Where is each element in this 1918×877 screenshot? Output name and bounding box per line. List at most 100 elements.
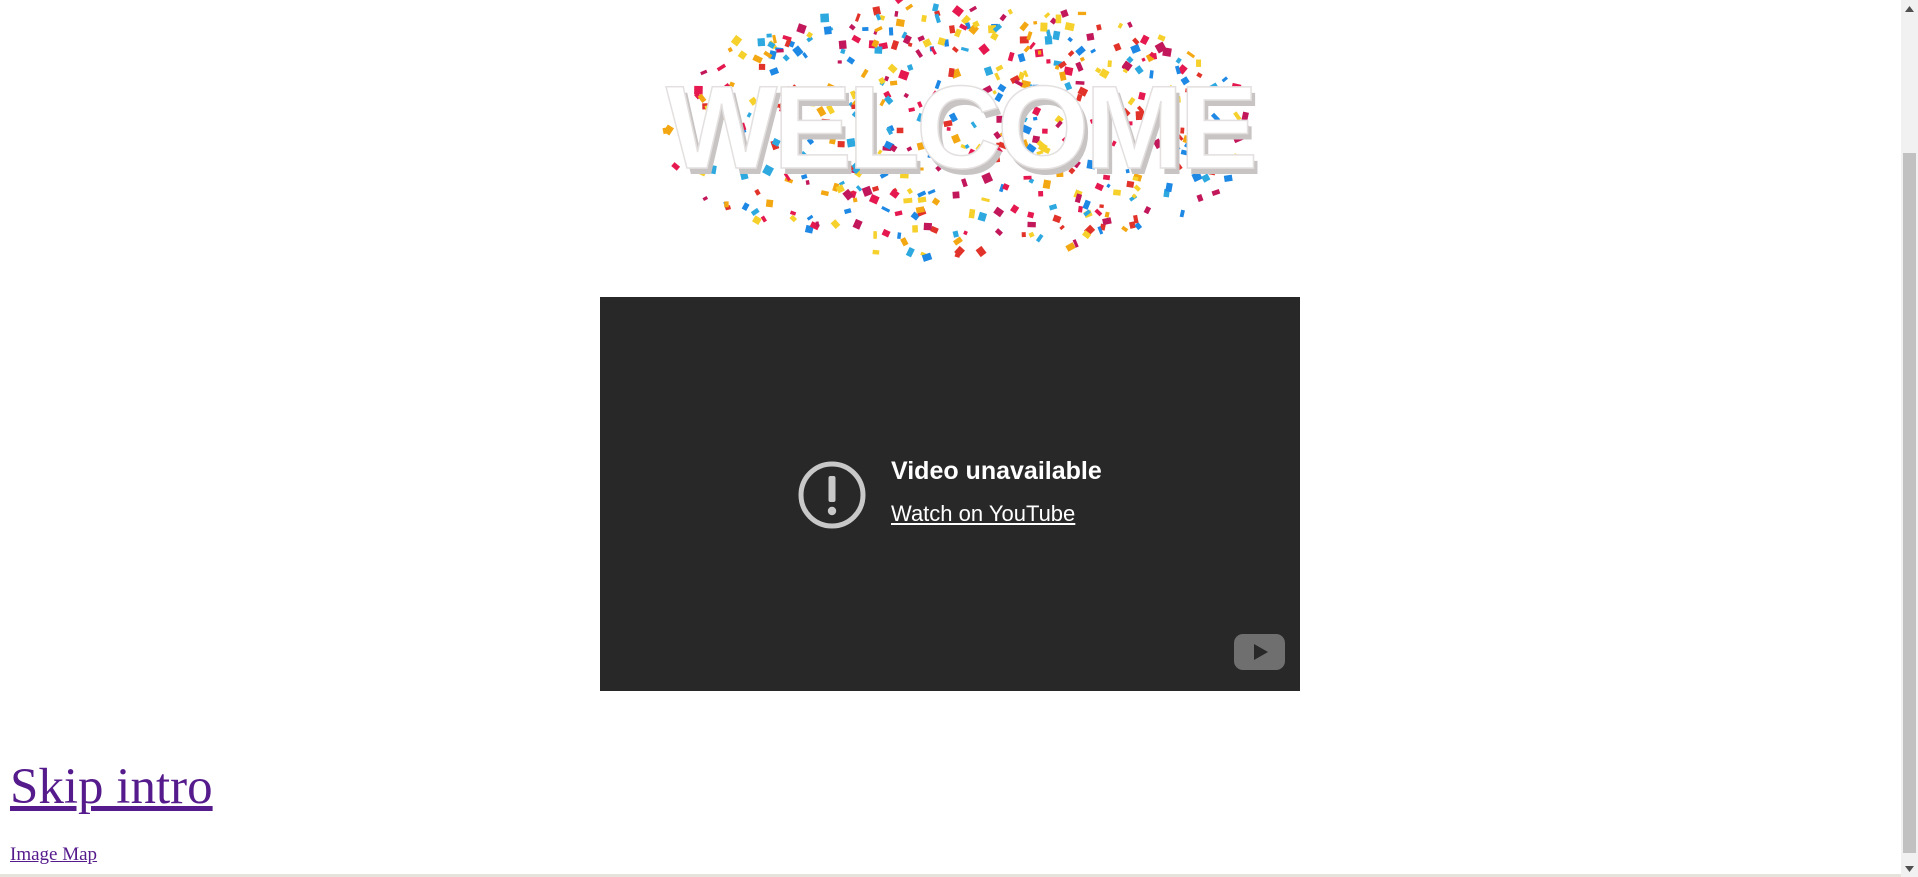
confetti-piece (881, 228, 891, 238)
confetti-piece (848, 23, 856, 31)
confetti-piece (1028, 231, 1035, 238)
confetti-piece (874, 25, 883, 33)
confetti-piece (951, 5, 964, 18)
confetti-piece (1113, 42, 1122, 52)
confetti-piece (895, 18, 905, 27)
confetti-piece (894, 10, 899, 17)
confetti-piece (1010, 204, 1020, 214)
confetti-piece (840, 48, 846, 55)
confetti-piece (782, 54, 790, 62)
scrollbar-thumb[interactable] (1903, 153, 1916, 853)
confetti-piece (881, 206, 891, 213)
confetti-piece (1023, 45, 1031, 53)
confetti-piece (990, 32, 999, 41)
confetti-piece (1082, 199, 1091, 210)
confetti-piece (1060, 9, 1069, 18)
confetti-piece (1132, 37, 1140, 46)
confetti-piece (1179, 209, 1185, 218)
confetti-piece (932, 3, 939, 12)
confetti-piece (802, 52, 808, 59)
confetti-piece (820, 13, 830, 23)
confetti-piece (900, 237, 909, 247)
confetti-piece (1037, 50, 1042, 55)
confetti-piece (1086, 32, 1095, 41)
confetti-piece (1044, 35, 1053, 45)
scroll-up-arrow-icon[interactable] (1901, 0, 1918, 17)
confetti-piece (852, 218, 863, 230)
confetti-piece (823, 26, 832, 35)
confetti-piece (969, 5, 978, 13)
confetti-piece (838, 40, 847, 50)
confetti-piece (776, 48, 784, 53)
confetti-piece (999, 13, 1007, 22)
welcome-text: WELCOME (666, 62, 1254, 194)
confetti-piece (1019, 21, 1029, 32)
skip-intro-link[interactable]: Skip intro (10, 762, 213, 813)
confetti-piece (977, 211, 988, 222)
confetti-piece (1035, 233, 1044, 243)
confetti-piece (1099, 204, 1104, 209)
watch-on-youtube-link[interactable]: Watch on YouTube (891, 501, 1075, 527)
confetti-piece (960, 46, 969, 52)
scroll-down-arrow-icon[interactable] (1901, 860, 1918, 877)
confetti-piece (1102, 217, 1112, 226)
confetti-piece (1007, 8, 1013, 15)
confetti-piece (1067, 36, 1073, 43)
confetti-piece (915, 49, 924, 59)
confetti-piece (897, 232, 902, 240)
confetti-piece (978, 43, 990, 56)
confetti-piece (912, 225, 918, 233)
confetti-piece (1052, 214, 1062, 224)
confetti-piece (1017, 53, 1026, 63)
image-map-link[interactable]: Image Map (10, 845, 97, 864)
confetti-piece (789, 214, 798, 223)
vertical-scrollbar[interactable] (1901, 0, 1918, 877)
confetti-piece (1139, 34, 1150, 46)
confetti-piece (862, 27, 869, 32)
confetti-piece (806, 214, 814, 221)
confetti-piece (1067, 50, 1075, 57)
video-player[interactable]: Video unavailable Watch on YouTube (600, 297, 1300, 691)
confetti-piece (792, 45, 804, 57)
confetti-piece (750, 207, 760, 216)
confetti-piece (757, 38, 766, 47)
video-unavailable-title: Video unavailable (891, 457, 1102, 485)
confetti-piece (1059, 224, 1065, 231)
confetti-piece (968, 208, 976, 219)
confetti-piece (994, 228, 1003, 237)
confetti-piece (752, 215, 762, 225)
confetti-piece (1075, 45, 1086, 57)
confetti-piece (954, 28, 962, 38)
confetti-piece (737, 50, 748, 60)
confetti-piece (952, 230, 959, 238)
confetti-piece (1096, 24, 1102, 31)
confetti-piece (993, 206, 1005, 218)
confetti-piece (1052, 30, 1061, 41)
confetti-piece (854, 13, 861, 22)
welcome-letters: WELCOME WELCOME (665, 61, 1262, 200)
confetti-piece (830, 219, 841, 230)
confetti-piece (894, 210, 903, 217)
confetti-piece (1055, 14, 1062, 24)
confetti-piece (851, 34, 862, 44)
confetti-piece (1077, 205, 1083, 213)
confetti-piece (1127, 21, 1133, 29)
confetti-piece (1079, 56, 1085, 62)
confetti-piece (951, 46, 959, 53)
confetti-piece (1143, 206, 1152, 215)
confetti-piece (1027, 221, 1036, 228)
confetti-piece (796, 23, 807, 34)
confetti-piece (892, 0, 905, 5)
confetti-piece (873, 231, 877, 239)
confetti-piece (872, 6, 882, 16)
confetti-piece (921, 14, 927, 23)
confetti-piece (1048, 203, 1058, 211)
youtube-logo-icon[interactable] (1234, 634, 1285, 670)
confetti-piece (1094, 208, 1103, 217)
confetti-piece (724, 201, 729, 208)
confetti-piece (1026, 31, 1033, 41)
confetti-piece (1021, 232, 1026, 238)
confetti-piece (730, 34, 743, 47)
confetti-piece (806, 31, 814, 39)
confetti-piece (1027, 211, 1035, 219)
